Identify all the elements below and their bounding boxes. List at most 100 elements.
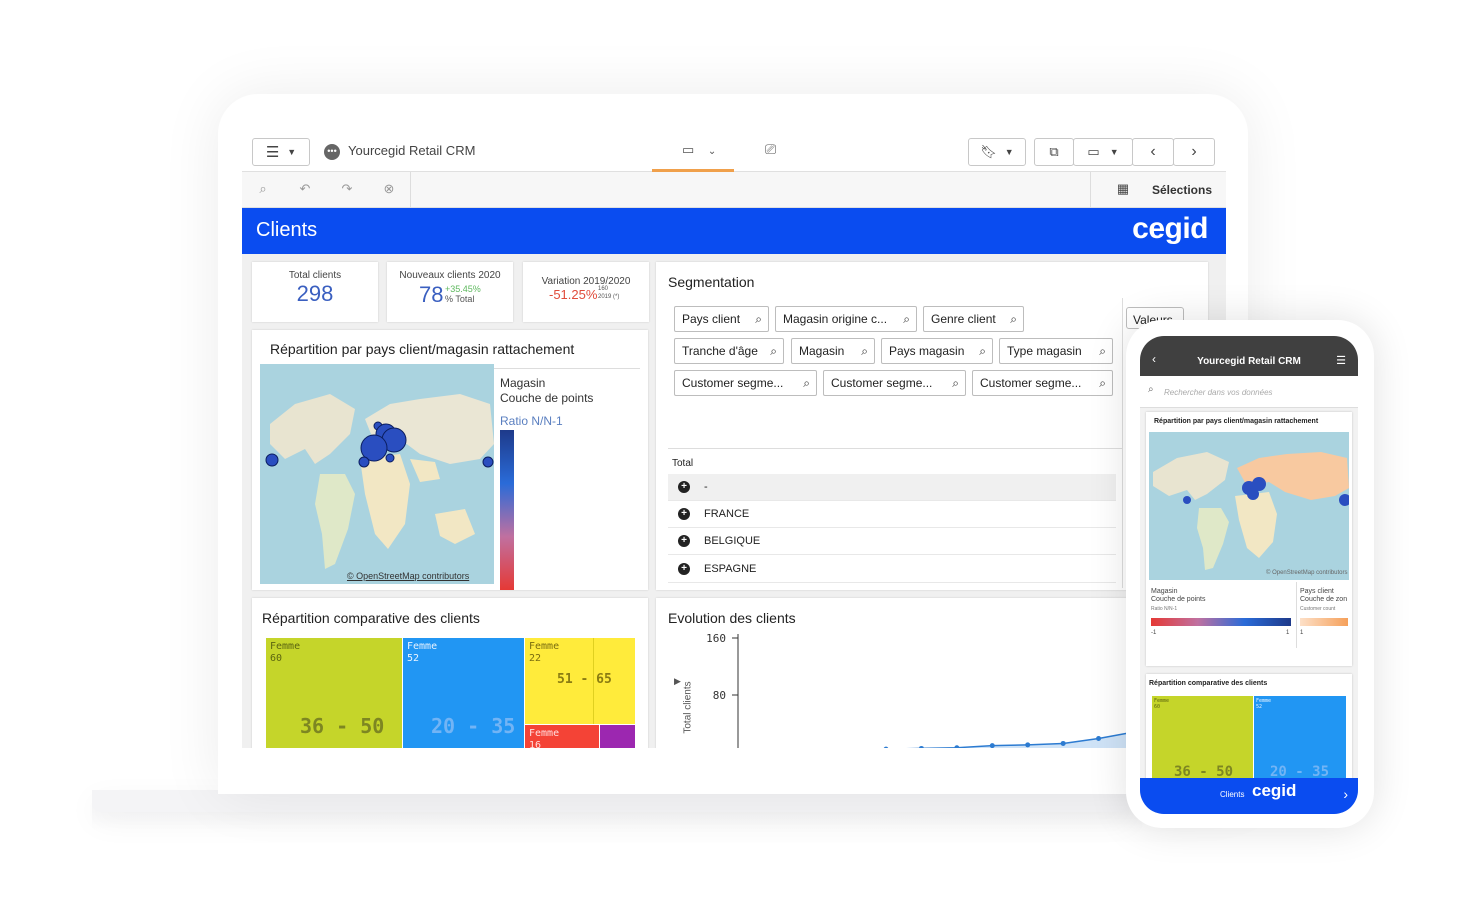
filter-tranche-age[interactable]: Tranche d'âge ⌕ — [674, 338, 784, 364]
treemap-cell[interactable]: Femme 52 20 - 35 — [403, 638, 524, 748]
table-row[interactable]: + ESPAGNE — [668, 556, 1116, 583]
legend-color-scale — [1151, 618, 1291, 626]
table-row[interactable]: + BELGIQUE — [668, 528, 1116, 555]
map-attribution[interactable]: © OpenStreetMap contributors — [347, 571, 469, 581]
world-map[interactable] — [260, 364, 494, 584]
line-chart[interactable]: 160 80 — [696, 628, 1136, 748]
cell-count: 52 — [407, 653, 420, 664]
clear-selections-icon[interactable]: ⊗ — [380, 181, 398, 199]
next-sheet-button[interactable]: › — [1173, 138, 1215, 166]
phone-footer: Clients cegid › — [1140, 778, 1358, 814]
filter-label: Customer segme... — [831, 376, 933, 390]
treemap-cell[interactable]: Femme 60 36 - 50 — [1152, 696, 1253, 784]
chart-point[interactable] — [989, 743, 995, 748]
chart-point[interactable] — [918, 745, 924, 748]
row-label: ESPAGNE — [704, 563, 757, 575]
treemap-cell[interactable]: Femme 16 — [525, 725, 599, 748]
card-title: Evolution des clients — [668, 610, 796, 626]
legend-min: 1 — [1300, 630, 1304, 636]
divider — [1122, 298, 1123, 588]
filter-label: Magasin origine c... — [783, 312, 888, 326]
kpi-total-clients[interactable]: Total clients 298 — [252, 262, 378, 322]
duplicate-button[interactable]: ⧉ — [1034, 138, 1074, 166]
table-row[interactable]: + - — [668, 474, 1116, 501]
app-title: Yourcegid Retail CRM — [348, 143, 476, 158]
chart-point[interactable] — [1060, 740, 1066, 746]
treemap-cell[interactable]: Femme 22 51 - 65 — [525, 638, 635, 724]
search-icon: ⌕ — [1148, 384, 1154, 395]
treemap-cell[interactable] — [600, 725, 635, 748]
kpi-variation[interactable]: Variation 2019/2020 -51.25% 160 2019 (*) — [523, 262, 649, 322]
kpi-number: 78 — [419, 282, 444, 307]
divider — [1296, 582, 1297, 648]
phone-screen: ‹ Yourcegid Retail CRM ☰ ⌕ Rechercher da… — [1140, 336, 1358, 814]
table-row[interactable]: + FRANCE — [668, 501, 1116, 528]
selections-button[interactable]: Sélections — [1152, 183, 1212, 197]
chevron-right-icon: › — [1191, 143, 1197, 160]
smart-search-icon[interactable]: ⌕ — [254, 181, 272, 199]
kpi-new-clients[interactable]: Nouveaux clients 2020 78 +35.45% % Total — [387, 262, 513, 322]
cell-label: Femme — [270, 641, 301, 652]
row-label: - — [704, 481, 708, 493]
phone-world-map[interactable] — [1149, 432, 1349, 580]
sheets-button[interactable]: ▭ ▼ — [1073, 138, 1133, 166]
treemap-cell[interactable]: Femme 60 36 - 50 — [266, 638, 402, 748]
filter-customer-segment-3[interactable]: Customer segme... ⌕ — [972, 370, 1113, 396]
chart-point[interactable] — [883, 746, 889, 748]
caret-right-icon[interactable]: ▶ — [674, 676, 681, 687]
legend-color-scale — [500, 430, 514, 590]
expand-icon[interactable]: + — [678, 563, 690, 575]
legend-max: 1 — [1286, 630, 1290, 636]
filter-magasin[interactable]: Magasin ⌕ — [791, 338, 875, 364]
present-icon[interactable]: ⎚ — [765, 141, 776, 158]
cell-label: Femme — [529, 641, 560, 652]
filter-pays-magasin[interactable]: Pays magasin ⌕ — [881, 338, 993, 364]
filter-pays-client[interactable]: Pays client ⌕ — [674, 306, 769, 332]
cell-group: 20 - 35 — [431, 714, 516, 738]
chart-point[interactable] — [1025, 742, 1031, 748]
hamburger-icon[interactable]: ☰ — [1336, 354, 1346, 367]
phone-title: Yourcegid Retail CRM — [1197, 356, 1301, 367]
expand-icon[interactable]: + — [678, 508, 690, 520]
chart-point[interactable] — [954, 745, 960, 748]
expand-icon[interactable]: + — [678, 481, 690, 493]
menu-button[interactable]: ☰ ▼ — [252, 138, 310, 166]
laptop-frame: ☰ ▼ ••• Yourcegid Retail CRM ▭ ⌄ ⎚ 🔖︎ ▼ … — [218, 94, 1248, 794]
legend-measure: Ratio N/N-1 — [500, 414, 563, 428]
search-icon: ⌕ — [1099, 376, 1106, 390]
chart-point[interactable] — [1096, 735, 1102, 741]
kpi-sub: % Total — [445, 294, 475, 304]
kpi-label: Variation 2019/2020 — [541, 276, 631, 287]
cell-label: Femme — [529, 728, 560, 739]
cell-label: Femme — [407, 641, 438, 652]
laptop-icon: ▭ — [682, 142, 695, 157]
map-attribution[interactable]: © OpenStreetMap contributors — [1266, 570, 1347, 576]
legend-min: -1 — [1151, 630, 1157, 636]
sheet-view-button[interactable]: ▭ ⌄ — [682, 142, 726, 164]
phone-search-input[interactable]: ⌕ Rechercher dans vos données — [1140, 376, 1358, 408]
filter-customer-segment-2[interactable]: Customer segme... ⌕ — [823, 370, 966, 396]
search-icon: ⌕ — [952, 376, 959, 390]
expand-icon[interactable]: + — [678, 535, 690, 547]
chevron-right-icon[interactable]: › — [1343, 786, 1348, 802]
selections-grid-icon[interactable]: ▦ — [1114, 181, 1132, 199]
caret-down-icon: ▼ — [1109, 147, 1119, 157]
step-forward-icon[interactable]: ↷ — [338, 181, 356, 199]
legend-color-scale — [1300, 618, 1348, 626]
card-title: Répartition par pays client/magasin ratt… — [270, 341, 575, 357]
cell-count: 60 — [270, 653, 283, 664]
filter-customer-segment-1[interactable]: Customer segme... ⌕ — [674, 370, 817, 396]
treemap-cell[interactable]: Femme 52 20 - 35 — [1254, 696, 1346, 784]
y-tick-label: 160 — [706, 632, 726, 645]
filter-genre-client[interactable]: Genre client ⌕ — [923, 306, 1024, 332]
step-back-icon[interactable]: ↶ — [296, 181, 314, 199]
filter-type-magasin[interactable]: Type magasin ⌕ — [999, 338, 1113, 364]
previous-sheet-button[interactable]: ‹ — [1132, 138, 1174, 166]
bookmark-icon: 🔖︎ — [980, 144, 997, 159]
bookmark-button[interactable]: 🔖︎ ▼ — [968, 138, 1026, 166]
filter-magasin-origine[interactable]: Magasin origine c... ⌕ — [775, 306, 917, 332]
cell-count: 22 — [529, 653, 542, 664]
kpi-sub: 2019 (*) — [598, 294, 620, 300]
filter-label: Pays magasin — [889, 344, 965, 358]
phone-treemap-card: Répartition comparative des clients Femm… — [1146, 674, 1352, 784]
